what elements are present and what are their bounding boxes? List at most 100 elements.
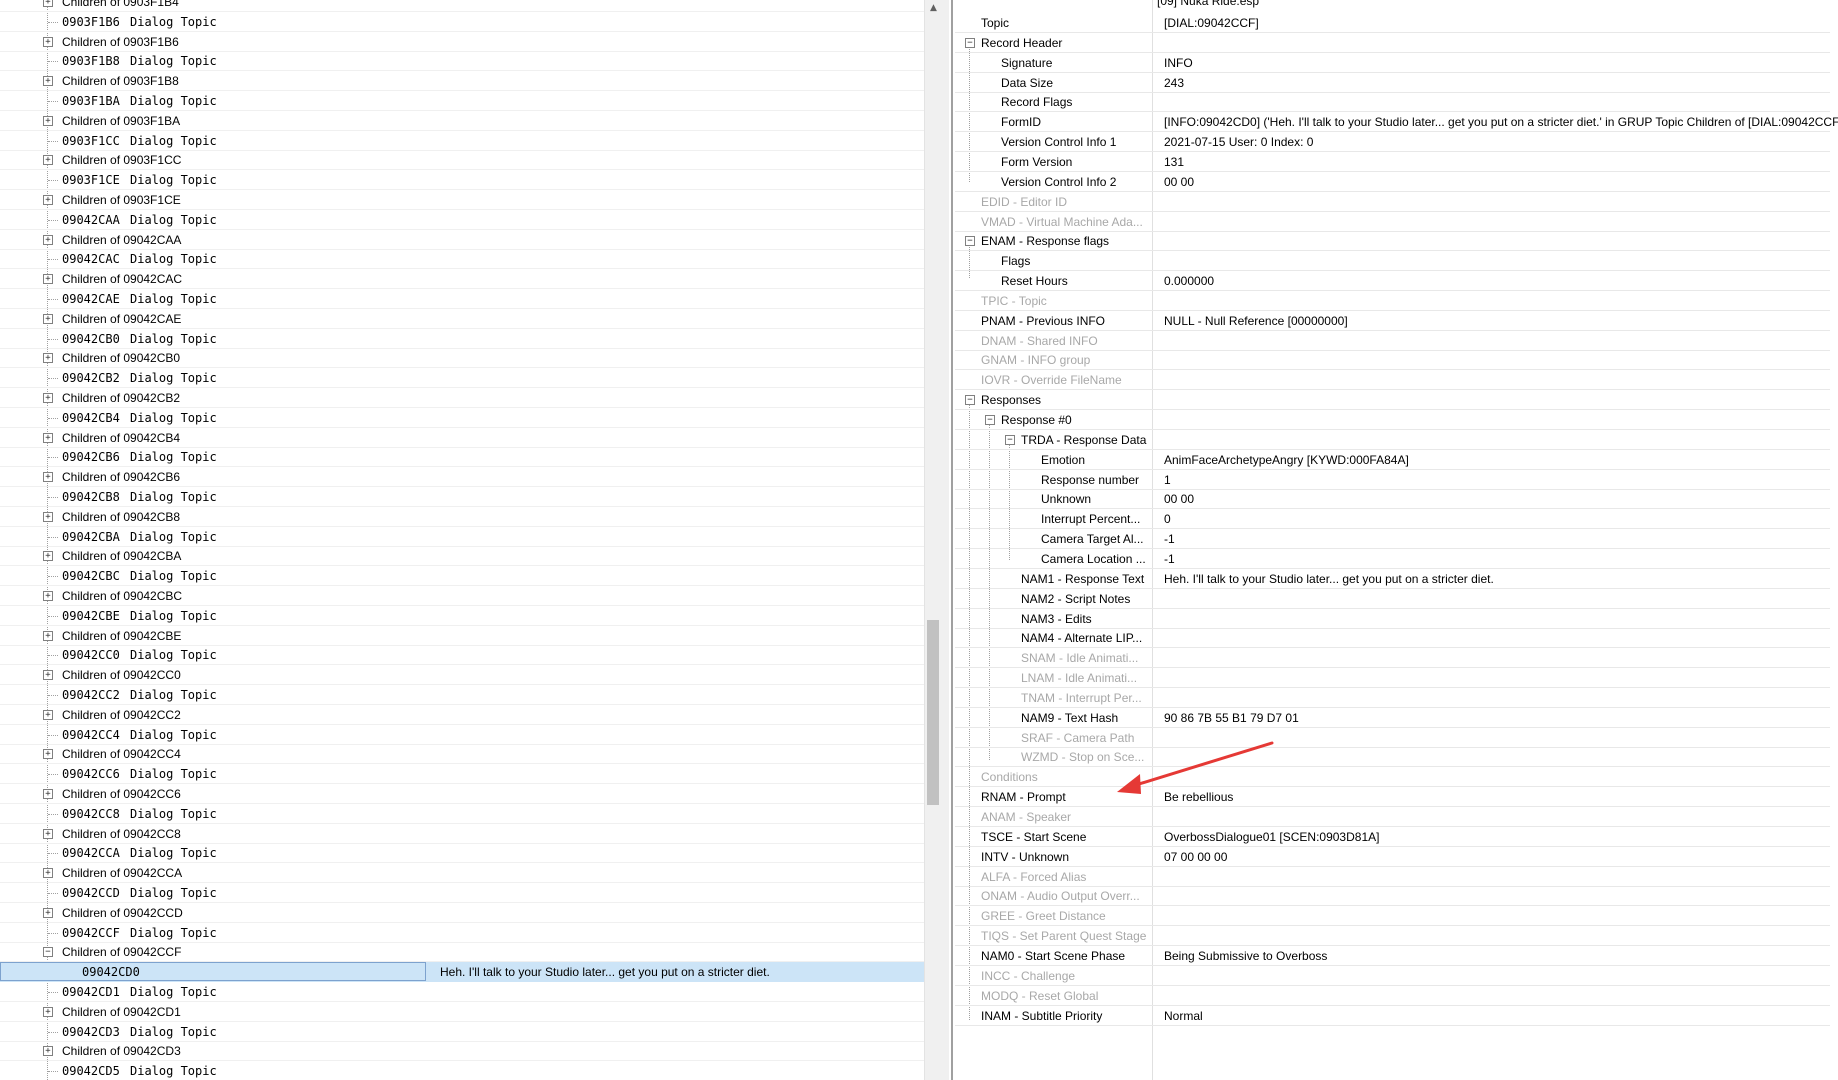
field-value[interactable]: 0 xyxy=(1164,509,1171,529)
tree-node-children[interactable]: + Children of 09042CD1 xyxy=(0,1002,924,1022)
tree-node-children[interactable]: + Children of 0903F1B8 xyxy=(0,71,924,92)
field-value[interactable]: Normal xyxy=(1164,1006,1203,1026)
expand-plus-icon[interactable]: + xyxy=(43,76,53,87)
record-field-row[interactable]: Conditions xyxy=(955,767,1830,788)
tree-node-dialog-topic[interactable]: 09042CD3 Dialog Topic xyxy=(0,1022,924,1042)
record-field-row[interactable]: NAM1 - Response Text Heh. I'll talk to yo… xyxy=(955,569,1830,589)
record-field-row[interactable]: Camera Target Al... -1 xyxy=(955,529,1830,550)
record-field-row[interactable]: TNAM - Interrupt Per... xyxy=(955,688,1830,708)
record-field-row[interactable]: ANAM - Speaker xyxy=(955,807,1830,827)
record-field-row[interactable]: GNAM - INFO group xyxy=(955,350,1830,371)
tree-node-dialog-topic[interactable]: 09042CBA Dialog Topic xyxy=(0,527,924,547)
tree-node-children[interactable]: + Children of 09042CBE xyxy=(0,626,924,646)
record-field-row[interactable]: RNAM - Prompt Be rebellious xyxy=(955,787,1830,808)
expand-plus-icon[interactable]: + xyxy=(43,195,53,205)
tree-node-dialog-topic[interactable]: 09042CD1 Dialog Topic xyxy=(0,982,924,1002)
record-field-row[interactable]: WZMD - Stop on Sce... xyxy=(955,747,1830,768)
record-field-row[interactable]: Camera Location ... -1 xyxy=(955,549,1830,569)
record-field-row[interactable]: − Record Header xyxy=(955,33,1830,53)
expand-plus-icon[interactable]: + xyxy=(43,432,53,443)
field-value[interactable]: 00 00 xyxy=(1164,172,1194,192)
tree-node-children[interactable]: + Children of 0903F1B6 xyxy=(0,32,924,52)
expand-plus-icon[interactable]: + xyxy=(43,1046,53,1057)
field-value[interactable]: [INFO:09042CD0] ('Heh. I'll talk to your… xyxy=(1164,112,1838,132)
record-field-row[interactable]: Version Control Info 1 2021-07-15 User: 0… xyxy=(955,132,1830,153)
collapse-minus-icon[interactable]: − xyxy=(965,37,975,48)
expand-plus-icon[interactable]: + xyxy=(43,115,53,126)
record-field-row[interactable]: Form Version 131 xyxy=(955,152,1830,172)
record-field-row[interactable]: FormID [INFO:09042CD0] ('Heh. I'll talk t… xyxy=(955,112,1838,133)
record-field-row[interactable]: Data Size 243 xyxy=(955,73,1830,93)
field-value[interactable]: -1 xyxy=(1164,549,1175,569)
tree-node-dialog-topic[interactable]: 09042CBE Dialog Topic xyxy=(0,606,924,626)
record-field-row[interactable]: EDID - Editor ID xyxy=(955,192,1830,212)
tree-node-dialog-topic[interactable]: 09042CC8 Dialog Topic xyxy=(0,804,924,824)
tree-node-children[interactable]: + Children of 0903F1CC xyxy=(0,150,924,171)
field-value[interactable]: 07 00 00 00 xyxy=(1164,847,1227,867)
tree-scrollbar[interactable]: ▲ xyxy=(924,0,941,1080)
expand-plus-icon[interactable]: + xyxy=(43,36,53,47)
tree-node-dialog-topic[interactable]: 0903F1B6 Dialog Topic xyxy=(0,12,924,32)
expand-plus-icon[interactable]: + xyxy=(43,828,53,839)
field-value[interactable]: OverbossDialogue01 [SCEN:0903D81A] xyxy=(1164,827,1379,847)
expand-plus-icon[interactable]: + xyxy=(43,670,53,681)
field-value[interactable]: INFO xyxy=(1164,53,1193,73)
record-field-row[interactable]: TPIC - Topic xyxy=(955,291,1830,311)
field-value[interactable]: Be rebellious xyxy=(1164,787,1233,807)
tree-node-dialog-topic[interactable]: 09042CCF Dialog Topic xyxy=(0,923,924,943)
tree-node-children[interactable]: + Children of 09042CD3 xyxy=(0,1041,924,1062)
tree-node-children[interactable]: + Children of 09042CC0 xyxy=(0,665,924,686)
record-field-row[interactable]: VMAD - Virtual Machine Ada... xyxy=(955,212,1830,232)
tree-node-dialog-topic[interactable]: 09042CAC Dialog Topic xyxy=(0,249,924,270)
expand-plus-icon[interactable]: + xyxy=(43,1006,53,1017)
tree-node-children[interactable]: + Children of 09042CC8 xyxy=(0,824,924,844)
field-value[interactable]: 0.000000 xyxy=(1164,271,1214,291)
tree-node-children[interactable]: + Children of 09042CB2 xyxy=(0,388,924,408)
tree-node-children[interactable]: + Children of 09042CC4 xyxy=(0,744,924,765)
navigation-tree[interactable]: + Children of 0903F1B4 0903F1B6 Dialog Topi… xyxy=(0,0,924,1080)
expand-plus-icon[interactable]: + xyxy=(43,709,53,720)
tree-node-children[interactable]: + Children of 0903F1CE xyxy=(0,190,924,210)
field-value[interactable]: 131 xyxy=(1164,152,1184,172)
expand-plus-icon[interactable]: + xyxy=(43,274,53,285)
record-field-row[interactable]: NAM9 - Text Hash 90 86 7B 55 B1 79 D7 01 xyxy=(955,708,1830,728)
field-value[interactable]: -1 xyxy=(1164,529,1175,549)
record-field-row[interactable]: Topic [DIAL:09042CCF] xyxy=(955,13,1830,33)
expand-plus-icon[interactable]: + xyxy=(43,313,53,324)
field-value[interactable]: 1 xyxy=(1164,470,1171,490)
tree-node-children[interactable]: + Children of 09042CAE xyxy=(0,309,924,329)
collapse-minus-icon[interactable]: − xyxy=(965,236,975,247)
expand-plus-icon[interactable]: + xyxy=(43,234,53,245)
expand-plus-icon[interactable]: + xyxy=(43,155,53,166)
scroll-up-arrow-icon[interactable]: ▲ xyxy=(925,0,942,17)
record-field-row[interactable]: MODQ - Reset Global xyxy=(955,986,1830,1006)
collapse-minus-icon[interactable]: − xyxy=(985,415,995,425)
record-field-row[interactable]: ALFA - Forced Alias xyxy=(955,867,1830,887)
record-field-row[interactable]: INCC - Challenge xyxy=(955,966,1830,986)
record-field-row[interactable]: Record Flags xyxy=(955,92,1830,113)
record-field-row[interactable]: Unknown 00 00 xyxy=(955,489,1830,510)
tree-node-dialog-topic[interactable]: 09042CAA Dialog Topic xyxy=(0,210,924,230)
field-value[interactable]: 00 00 xyxy=(1164,489,1194,509)
expand-plus-icon[interactable]: + xyxy=(43,630,53,641)
record-field-row[interactable]: Flags xyxy=(955,251,1830,272)
record-field-row[interactable]: GREE - Greet Distance xyxy=(955,906,1830,927)
expand-plus-icon[interactable]: + xyxy=(43,868,53,879)
field-value[interactable]: Being Submissive to Overboss xyxy=(1164,946,1327,966)
tree-node-dialog-topic[interactable]: 0903F1BA Dialog Topic xyxy=(0,91,924,111)
field-value[interactable]: 2021-07-15 User: 0 Index: 0 xyxy=(1164,132,1313,152)
tree-node-dialog-topic[interactable]: 0903F1CE Dialog Topic xyxy=(0,170,924,191)
tree-node-dialog-topic[interactable]: 09042CC0 Dialog Topic xyxy=(0,645,924,666)
record-field-row[interactable]: TSCE - Start Scene OverbossDialogue01 [SC… xyxy=(955,827,1830,847)
field-value[interactable]: NULL - Null Reference [00000000] xyxy=(1164,311,1348,331)
tree-node-children[interactable]: + Children of 09042CB8 xyxy=(0,507,924,527)
record-field-row[interactable]: LNAM - Idle Animati... xyxy=(955,668,1830,689)
record-field-row[interactable]: − Response #0 xyxy=(955,410,1830,430)
tree-node-children[interactable]: + Children of 09042CC2 xyxy=(0,705,924,725)
record-field-row[interactable]: SRAF - Camera Path xyxy=(955,728,1830,748)
record-field-row[interactable]: INAM - Subtitle Priority Normal xyxy=(955,1006,1830,1026)
tree-node-dialog-topic[interactable]: 09042CB6 Dialog Topic xyxy=(0,447,924,468)
field-value[interactable]: 243 xyxy=(1164,73,1184,93)
record-field-row[interactable]: − ENAM - Response flags xyxy=(955,231,1830,252)
record-field-row[interactable]: PNAM - Previous INFO NULL - Null Referenc… xyxy=(955,311,1830,331)
